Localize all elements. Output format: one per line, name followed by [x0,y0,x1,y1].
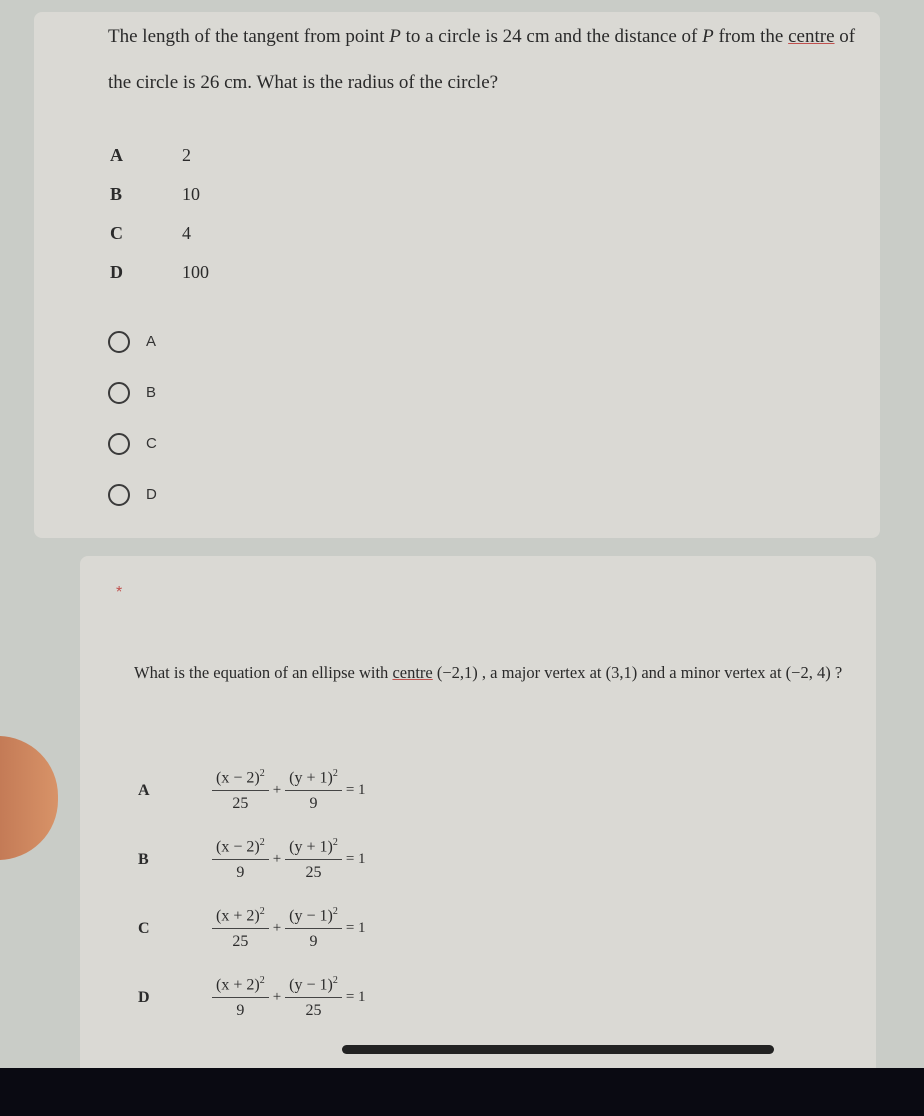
equation-option: A (x − 2)2 25 + (y + 1)2 9 = 1 [138,756,366,825]
plus-sign: + [272,989,282,1005]
fraction: (y + 1)2 9 [285,768,342,812]
numerator: (y + 1) [289,838,333,856]
horizontal-scrollbar[interactable] [342,1045,774,1054]
radio-button[interactable] [108,432,130,455]
equals-one: = 1 [345,920,366,936]
option-value: 100 [182,262,209,282]
equation-option: D (x + 2)2 9 + (y − 1)2 25 = 1 [138,963,366,1032]
radio-button[interactable] [108,483,130,506]
radio-label[interactable]: C [146,435,157,452]
numerator: (x + 2) [216,976,260,994]
option-row: D 100 [110,253,209,292]
numerator: (x − 2) [216,838,260,856]
variable-p: P [389,26,401,47]
option-letter: C [110,223,123,243]
fraction: (x + 2)2 25 [212,906,269,950]
radio-label[interactable]: A [146,333,156,350]
option-value: 10 [182,184,200,204]
text-segment: (−2,1) , a major vertex at (3,1) and a m… [432,663,843,682]
numerator: (x + 2) [216,907,260,925]
equals-one: = 1 [345,989,366,1005]
radio-button[interactable] [108,330,130,353]
exponent: 2 [332,906,338,918]
plus-sign: + [272,782,282,798]
equals-one: = 1 [345,782,366,798]
exponent: 2 [332,837,338,849]
text-segment: What is the equation of an ellipse with [134,663,393,682]
numerator: (y − 1) [289,907,333,925]
radio-choice-d[interactable]: D [108,469,157,520]
variable-p: P [702,26,714,47]
option-letter: B [138,850,149,868]
option-value: 4 [182,223,191,243]
finger-photo-artifact [0,736,58,860]
denominator: 9 [236,1001,245,1019]
denominator: 9 [236,863,245,881]
radio-choice-a[interactable]: A [108,316,157,367]
fraction: (y − 1)2 9 [285,906,342,950]
fraction: (x − 2)2 9 [212,837,269,881]
fraction: (y + 1)2 25 [285,837,342,881]
exponent: 2 [332,975,338,987]
text-segment: from the [713,26,789,47]
option-letter: C [138,919,150,937]
option-letter: A [110,145,123,165]
fraction: (x − 2)2 25 [212,768,269,812]
option-letter: A [138,781,150,799]
equation-option: C (x + 2)2 25 + (y − 1)2 9 = 1 [138,894,366,963]
denominator: 9 [309,932,318,950]
option-row: B 10 [110,175,209,214]
screen-bezel [0,1068,924,1116]
spellcheck-word: centre [392,663,433,682]
question-1-text: The length of the tangent from point P t… [108,14,868,106]
option-row: C4 [110,214,209,253]
option-letter: D [110,262,123,282]
exponent: 2 [259,975,265,987]
required-asterisk: * [116,584,123,601]
denominator: 25 [232,794,249,812]
text-segment: The length of the tangent from point [108,26,390,47]
exponent: 2 [259,768,265,780]
numerator: (y − 1) [289,976,333,994]
option-letter: D [138,988,150,1006]
fraction: (y − 1)2 25 [285,975,342,1019]
radio-group-q1: A B C D [108,316,157,520]
denominator: 25 [232,932,249,950]
option-row: A2 [110,136,209,175]
radio-button[interactable] [108,381,130,404]
denominator: 9 [309,794,318,812]
equals-one: = 1 [345,851,366,867]
radio-label[interactable]: D [146,486,157,503]
question-card-1: The length of the tangent from point P t… [34,12,880,538]
question-2-text: What is the equation of an ellipse with … [134,654,854,692]
numerator: (x − 2) [216,769,260,787]
question-card-2: * What is the equation of an ellipse wit… [80,556,876,1076]
radio-label[interactable]: B [146,384,156,401]
radio-choice-c[interactable]: C [108,418,157,469]
denominator: 25 [305,1001,322,1019]
fraction: (x + 2)2 9 [212,975,269,1019]
exponent: 2 [259,906,265,918]
equation-option: B (x − 2)2 9 + (y + 1)2 25 = 1 [138,825,366,894]
equation-options-list: A (x − 2)2 25 + (y + 1)2 9 = 1 B (x − 2)2 9… [138,756,366,1032]
text-segment: to a circle is 24 cm and the distance of [400,26,703,47]
plus-sign: + [272,851,282,867]
denominator: 25 [305,863,322,881]
spellcheck-word: centre [788,26,835,47]
exponent: 2 [332,768,338,780]
answer-options-list: A2 B 10 C4 D 100 [110,136,209,292]
option-value: 2 [182,145,191,165]
option-letter: B [110,184,123,204]
exponent: 2 [259,837,265,849]
numerator: (y + 1) [289,769,333,787]
radio-choice-b[interactable]: B [108,367,157,418]
plus-sign: + [272,920,282,936]
